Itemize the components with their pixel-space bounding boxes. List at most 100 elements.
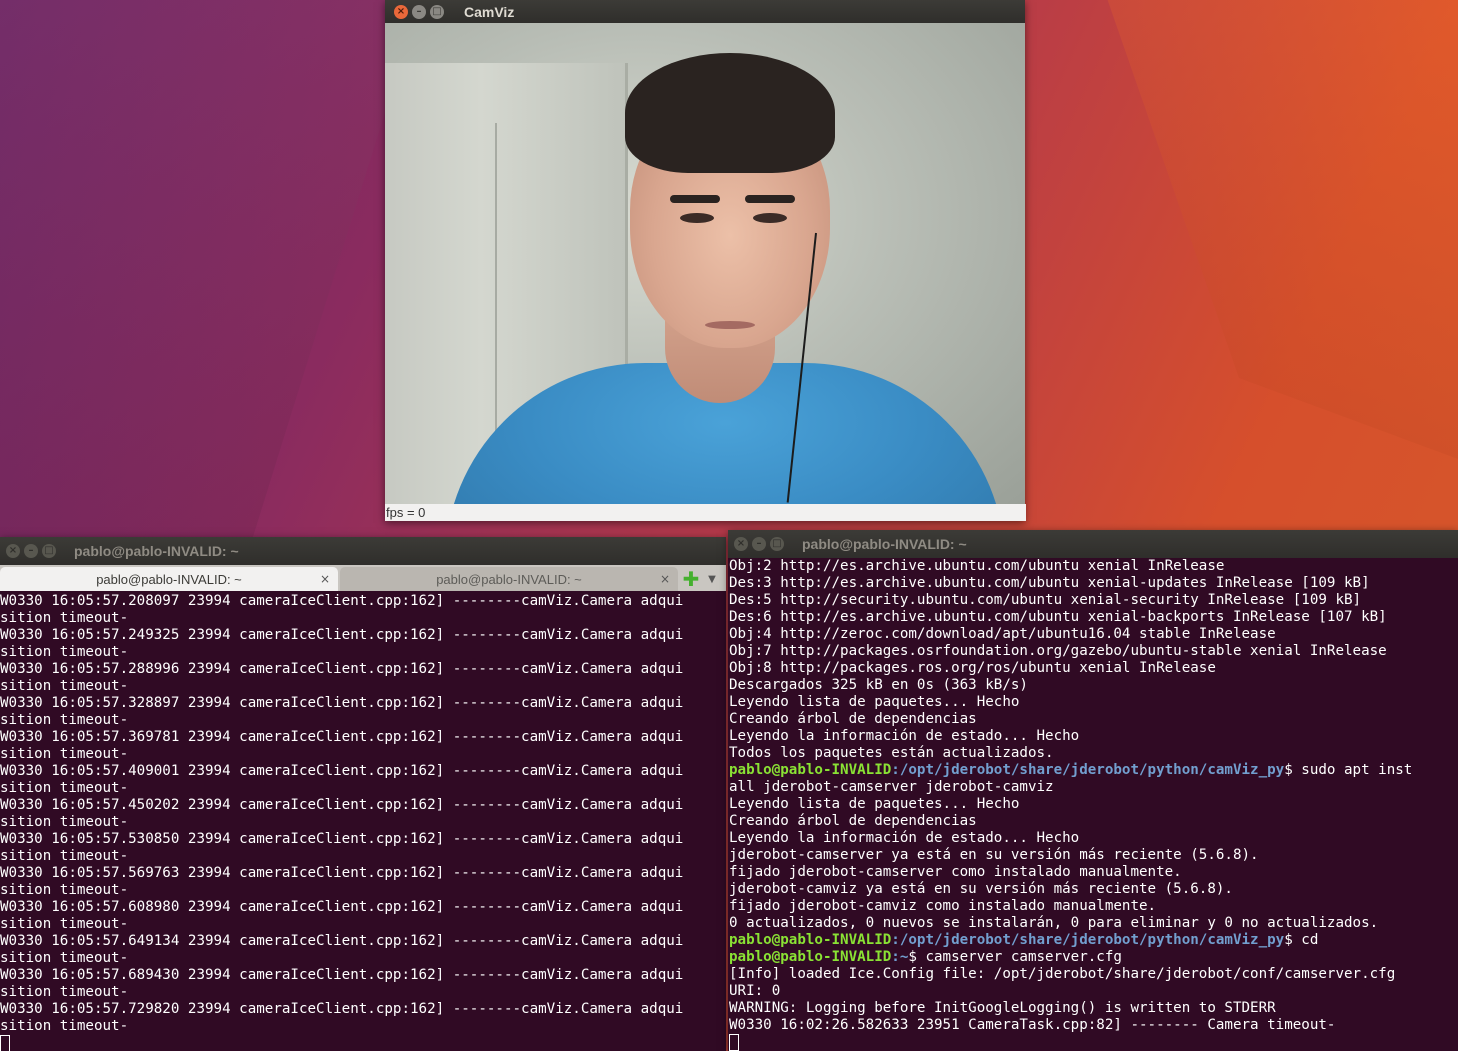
camera-subject-brow [670, 195, 720, 203]
terminal-line: Obj:4 http://zeroc.com/download/apt/ubun… [729, 626, 1276, 642]
terminal-line: sition timeout- [0, 814, 129, 830]
terminal-line: sition timeout- [0, 610, 129, 626]
camera-subject-eye [753, 213, 787, 223]
terminal-line: sition timeout- [0, 950, 129, 966]
prompt-path: :/opt/jderobot/share/jderobot/python/cam… [891, 762, 1285, 778]
terminal-line: W0330 16:05:57.569763 23994 cameraIceCli… [0, 865, 684, 881]
terminal-titlebar[interactable]: × – □ pablo@pablo-INVALID: ~ [728, 530, 1458, 558]
terminal-cursor [729, 1034, 739, 1051]
window-title: pablo@pablo-INVALID: ~ [802, 536, 967, 552]
close-icon[interactable]: × [6, 544, 20, 558]
prompt-path: :/opt/jderobot/share/jderobot/python/cam… [891, 932, 1285, 948]
terminal-line: sition timeout- [0, 882, 129, 898]
terminal-line: sition timeout- [0, 984, 129, 1000]
terminal-line: sition timeout- [0, 644, 129, 660]
close-icon[interactable]: × [394, 4, 408, 19]
fps-status: fps = 0 [385, 504, 1026, 521]
minimize-icon[interactable]: – [24, 544, 38, 558]
terminal-output[interactable]: Obj:2 http://es.archive.ubuntu.com/ubunt… [728, 558, 1458, 1051]
terminal-line: Leyendo la información de estado... Hech… [729, 728, 1080, 744]
terminal-line: W0330 16:05:57.689430 23994 cameraIceCli… [0, 967, 684, 983]
prompt-command: $ sudo apt inst [1284, 762, 1413, 778]
terminal-line: W0330 16:05:57.369781 23994 cameraIceCli… [0, 729, 684, 745]
terminal-line: Creando árbol de dependencias [729, 711, 977, 727]
close-icon[interactable]: × [734, 537, 748, 551]
terminal-line: W0330 16:05:57.450202 23994 cameraIceCli… [0, 797, 684, 813]
prompt-command: $ cd [1284, 932, 1319, 948]
maximize-icon[interactable]: □ [42, 544, 56, 558]
camviz-window: × – □ CamViz fps = 0 [385, 0, 1026, 521]
terminal-line: 0 actualizados, 0 nuevos se instalarán, … [729, 915, 1379, 931]
plus-icon[interactable]: ✚ [680, 567, 702, 591]
terminal-prompt-line: pablo@pablo-INVALID:/opt/jderobot/share/… [729, 762, 1458, 779]
prompt-user: pablo@pablo-INVALID [729, 932, 892, 948]
terminal-line: Leyendo lista de paquetes... Hecho [729, 694, 1020, 710]
camviz-titlebar[interactable]: × – □ CamViz [385, 0, 1025, 23]
camera-subject-hair [625, 53, 835, 173]
terminal-line: Leyendo lista de paquetes... Hecho [729, 796, 1020, 812]
terminal-line: jderobot-camserver ya está en su versión… [729, 847, 1259, 863]
terminal-line: W0330 16:05:57.649134 23994 cameraIceCli… [0, 933, 684, 949]
terminal-line: W0330 16:05:57.249325 23994 cameraIceCli… [0, 627, 684, 643]
prompt-user: pablo@pablo-INVALID [729, 949, 892, 965]
terminal-line: URI: 0 [729, 983, 781, 999]
terminal-line: sition timeout- [0, 848, 129, 864]
terminal-line: sition timeout- [0, 1018, 129, 1034]
terminal-window-left[interactable]: × – □ pablo@pablo-INVALID: ~ pablo@pablo… [0, 537, 726, 1051]
terminal-line: Obj:7 http://packages.osrfoundation.org/… [729, 643, 1387, 659]
terminal-line: fijado jderobot-camserver como instalado… [729, 864, 1182, 880]
maximize-icon[interactable]: □ [430, 4, 444, 19]
chevron-down-icon[interactable]: ▼ [702, 567, 722, 591]
terminal-line: sition timeout- [0, 916, 129, 932]
terminal-line: sition timeout- [0, 780, 129, 796]
terminal-line: W0330 16:05:57.288996 23994 cameraIceCli… [0, 661, 684, 677]
terminal-line: fijado jderobot-camviz como instalado ma… [729, 898, 1157, 914]
close-icon[interactable]: × [320, 572, 330, 586]
terminal-line: Obj:8 http://packages.ros.org/ros/ubuntu… [729, 660, 1216, 676]
terminal-line: Des:6 http://es.archive.ubuntu.com/ubunt… [729, 609, 1387, 625]
terminal-line: sition timeout- [0, 678, 129, 694]
prompt-user: pablo@pablo-INVALID [729, 762, 892, 778]
camera-subject-eye [680, 213, 714, 223]
terminal-line: W0330 16:05:57.608980 23994 cameraIceCli… [0, 899, 684, 915]
terminal-prompt-line: pablo@pablo-INVALID:~$ camserver camserv… [729, 949, 1458, 966]
terminal-line: sition timeout- [0, 712, 129, 728]
terminal-output[interactable]: W0330 16:05:57.208097 23994 cameraIceCli… [0, 593, 726, 1051]
terminal-line: W0330 16:05:57.729820 23994 cameraIceCli… [0, 1001, 684, 1017]
terminal-tabbar: pablo@pablo-INVALID: ~ × pablo@pablo-INV… [0, 565, 726, 591]
camera-subject-brow [745, 195, 795, 203]
terminal-tab[interactable]: pablo@pablo-INVALID: ~ × [0, 567, 338, 591]
terminal-prompt-line: pablo@pablo-INVALID:/opt/jderobot/share/… [729, 932, 1458, 949]
tab-label: pablo@pablo-INVALID: ~ [436, 571, 582, 587]
terminal-line: Leyendo la información de estado... Hech… [729, 830, 1080, 846]
terminal-line: W0330 16:05:57.208097 23994 cameraIceCli… [0, 593, 684, 609]
desktop-wallpaper-shape [0, 0, 420, 540]
terminal-line: W0330 16:05:57.409001 23994 cameraIceCli… [0, 763, 684, 779]
window-title: pablo@pablo-INVALID: ~ [74, 543, 239, 559]
terminal-line: Creando árbol de dependencias [729, 813, 977, 829]
minimize-icon[interactable]: – [752, 537, 766, 551]
minimize-icon[interactable]: – [412, 4, 426, 19]
close-icon[interactable]: × [660, 572, 670, 586]
terminal-line: W0330 16:02:26.582633 23951 CameraTask.c… [729, 1017, 1336, 1033]
camera-image [385, 23, 1025, 504]
terminal-line: Des:3 http://es.archive.ubuntu.com/ubunt… [729, 575, 1370, 591]
desktop-wallpaper-shape [1107, 0, 1458, 459]
prompt-command: $ camserver camserver.cfg [908, 949, 1122, 965]
maximize-icon[interactable]: □ [770, 537, 784, 551]
terminal-line: sition timeout- [0, 746, 129, 762]
terminal-line: W0330 16:05:57.530850 23994 cameraIceCli… [0, 831, 684, 847]
terminal-tab[interactable]: pablo@pablo-INVALID: ~ × [340, 567, 678, 591]
terminal-line: WARNING: Logging before InitGoogleLoggin… [729, 1000, 1276, 1016]
terminal-line: jderobot-camviz ya está en su versión má… [729, 881, 1233, 897]
tab-label: pablo@pablo-INVALID: ~ [96, 571, 242, 587]
terminal-line: W0330 16:05:57.328897 23994 cameraIceCli… [0, 695, 684, 711]
terminal-cursor [0, 1035, 10, 1051]
terminal-line: Obj:2 http://es.archive.ubuntu.com/ubunt… [729, 558, 1225, 574]
window-title: CamViz [464, 3, 515, 20]
terminal-line: [Info] loaded Ice.Config file: /opt/jder… [729, 966, 1396, 982]
terminal-line: Descargados 325 kB en 0s (363 kB/s) [729, 677, 1028, 693]
terminal-window-right[interactable]: × – □ pablo@pablo-INVALID: ~ Obj:2 http:… [728, 530, 1458, 1051]
terminal-titlebar[interactable]: × – □ pablo@pablo-INVALID: ~ [0, 537, 726, 565]
camera-subject-mouth [705, 321, 755, 329]
